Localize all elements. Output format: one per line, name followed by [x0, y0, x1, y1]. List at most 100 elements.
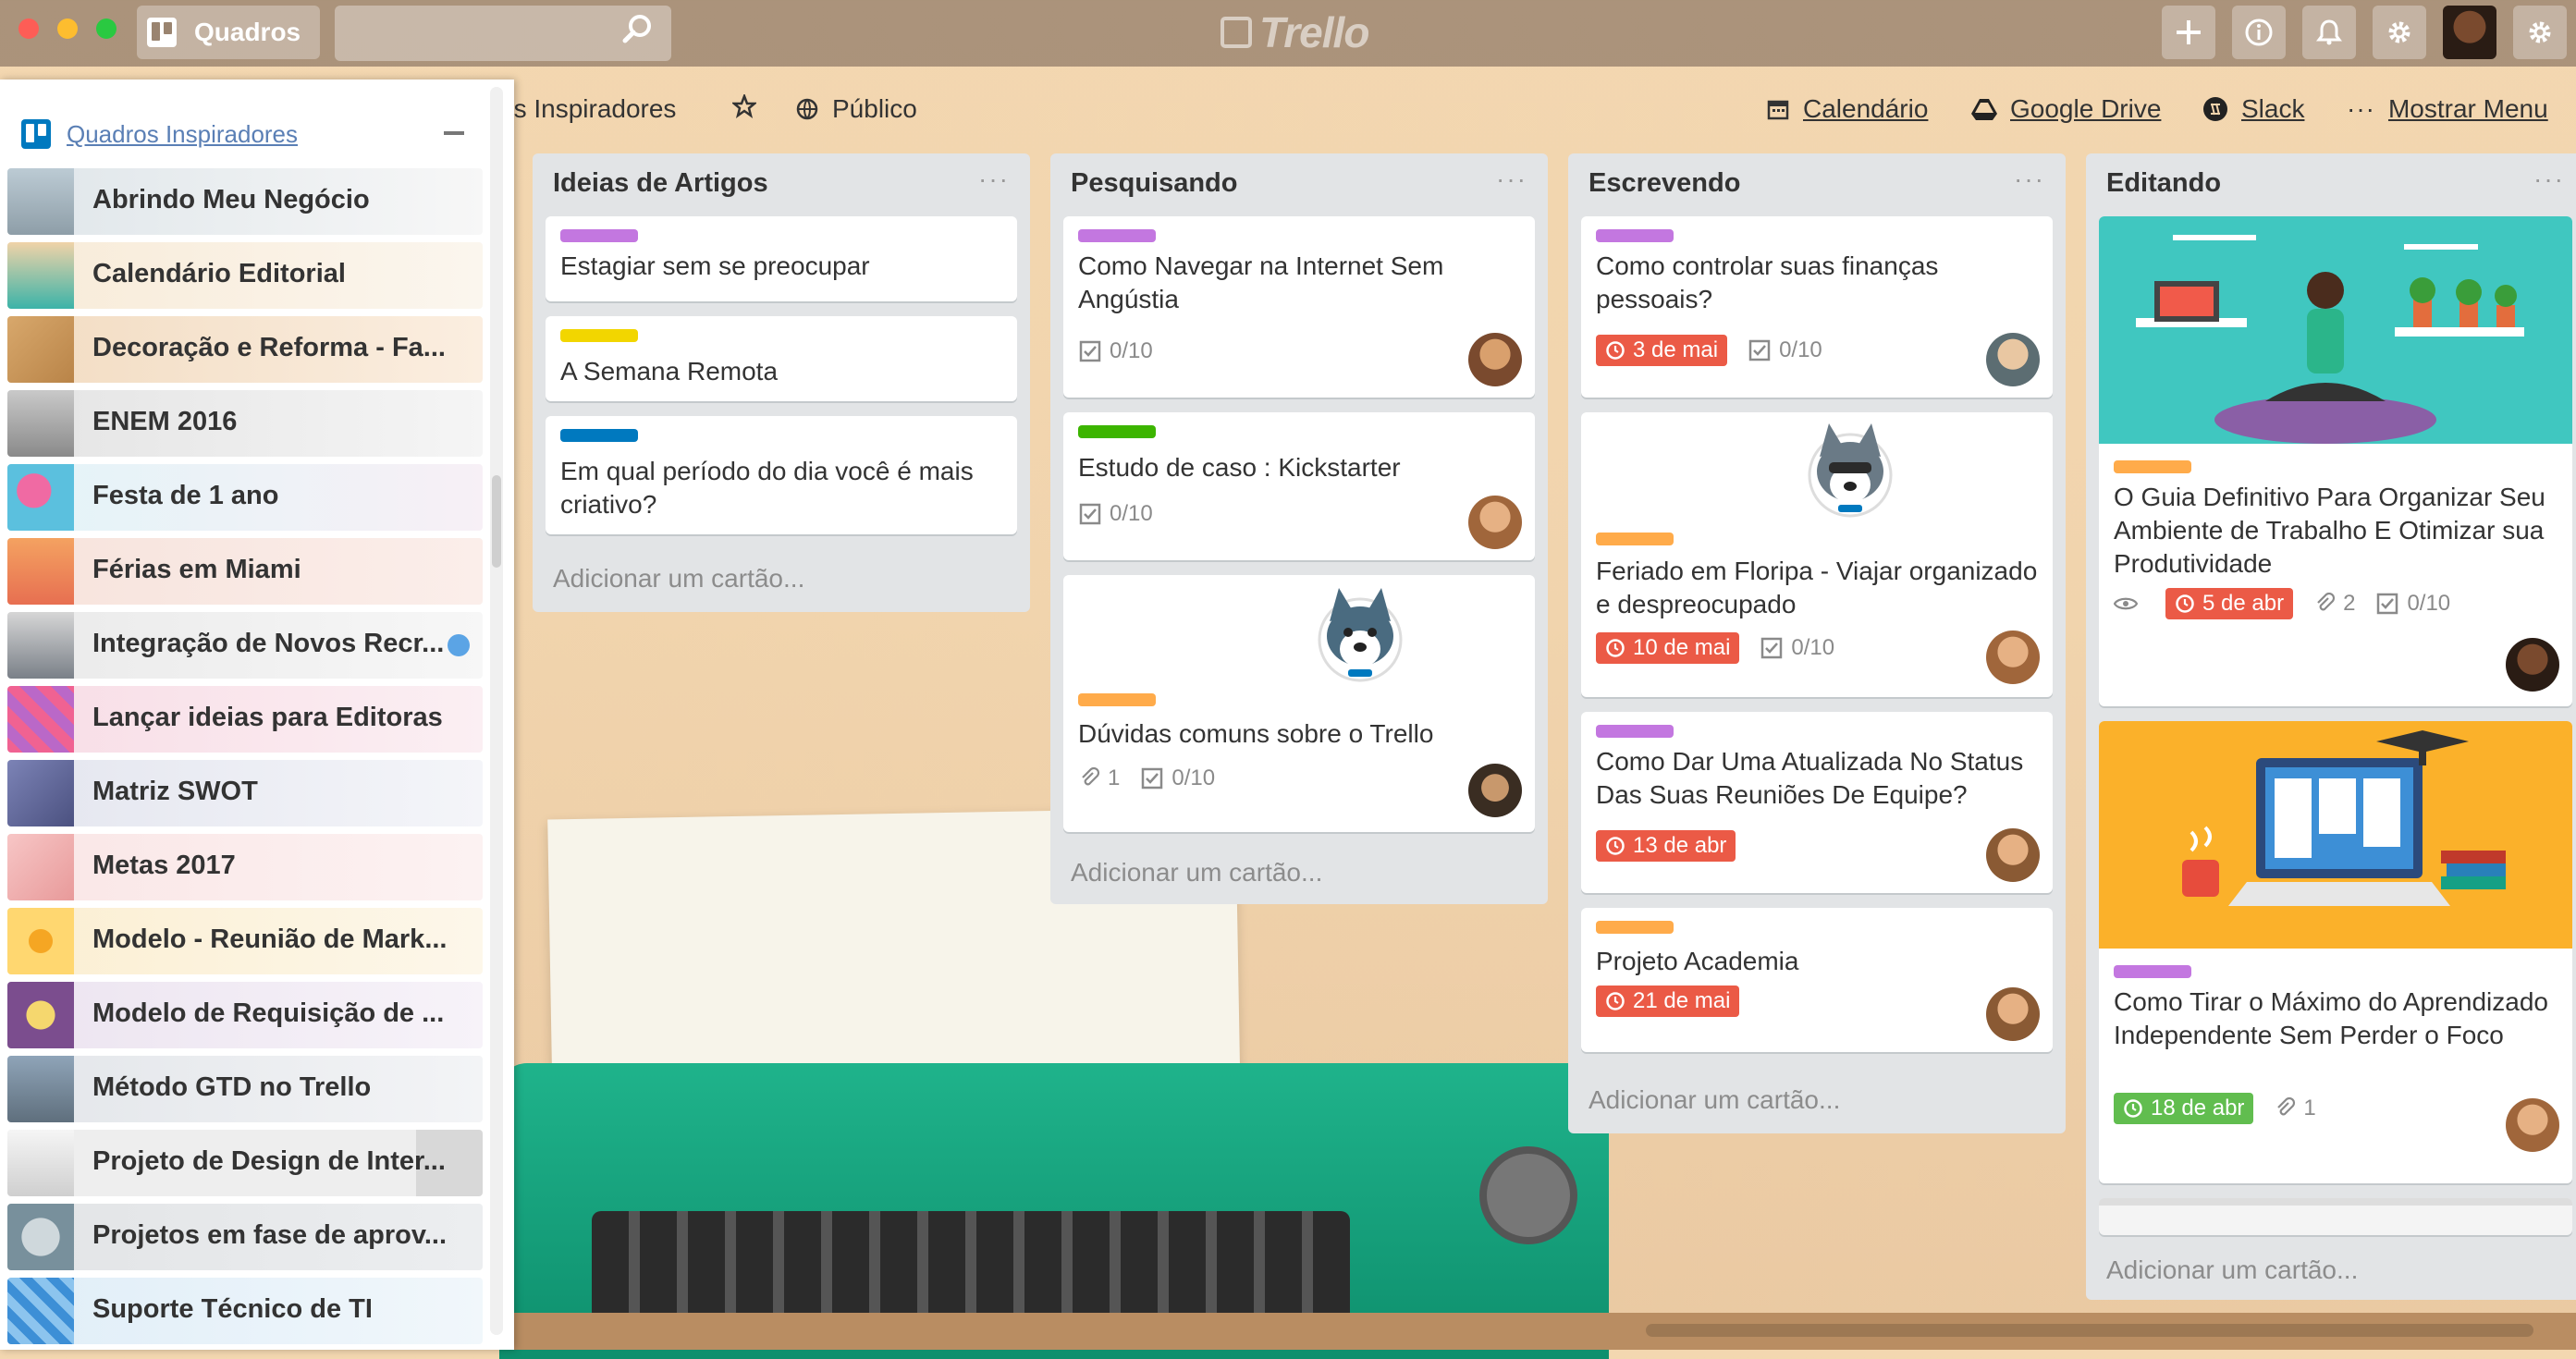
add-card-button[interactable]: Adicionar um cartão... [1071, 858, 1322, 888]
card[interactable]: Como controlar suas finanças pessoais? 3… [1581, 216, 2053, 398]
sidebar-item-festa-de-1-ano[interactable]: Festa de 1 ano [7, 464, 483, 531]
collapse-section-button[interactable] [444, 131, 464, 135]
card-label[interactable] [2114, 965, 2191, 978]
info-button[interactable] [2232, 6, 2286, 59]
calendar-powerup-label: Calendário [1803, 94, 1929, 123]
add-card-button[interactable]: Adicionar um cartão... [553, 564, 804, 594]
list-editando[interactable]: Editando ··· O Guia Definitivo Para Orga… [2086, 153, 2576, 1300]
card-label[interactable] [1596, 921, 1674, 934]
app-settings-button[interactable] [2513, 6, 2567, 59]
card-title: Projeto Academia [1596, 947, 1799, 975]
board-horizontal-scrollbar[interactable] [1646, 1324, 2533, 1337]
visibility-button[interactable]: Público [795, 94, 917, 124]
close-window-button[interactable] [18, 18, 39, 39]
due-date-badge[interactable]: 18 de abr [2114, 1093, 2254, 1124]
card[interactable]: Como Dar Uma Atualizada No Status Das Su… [1581, 712, 2053, 893]
list-title[interactable]: Pesquisando [1071, 168, 1238, 199]
sidebar-item-abrindo-meu-negocio[interactable]: Abrindo Meu Negócio [7, 168, 483, 235]
sidebar-header[interactable]: Quadros Inspiradores [20, 118, 298, 150]
card[interactable]: Estudo de caso : Kickstarter 0/10 [1063, 412, 1535, 560]
sidebar-item-modelo-reuniao-de-marketing[interactable]: Modelo - Reunião de Mark... [7, 908, 483, 974]
list-title[interactable]: Escrevendo [1589, 168, 1740, 199]
sidebar-scrollbar-thumb[interactable] [492, 475, 501, 568]
member-avatar[interactable] [1986, 333, 2040, 386]
sidebar-item-metas-2017[interactable]: Metas 2017 [7, 834, 483, 900]
trello-logo[interactable]: Trello [1221, 7, 1369, 57]
due-date-badge[interactable]: 5 de abr [2165, 588, 2294, 619]
card[interactable]: Em qual período do dia você é mais criat… [546, 416, 1017, 534]
sidebar-item-projeto-de-design-de-interiores[interactable]: Projeto de Design de Inter... [7, 1130, 483, 1196]
member-avatar[interactable] [1468, 333, 1522, 386]
card-label[interactable] [1078, 229, 1156, 242]
sidebar-item-decoracao-e-reforma[interactable]: Decoração e Reforma - Fa... [7, 316, 483, 383]
card[interactable]: Projeto Academia 21 de mai [1581, 908, 2053, 1052]
sidebar-scrollbar[interactable] [490, 87, 503, 1335]
list-menu-icon[interactable]: ··· [1496, 165, 1527, 194]
card-label[interactable] [560, 329, 638, 342]
list-pesquisando[interactable]: Pesquisando ··· Como Navegar na Internet… [1050, 153, 1548, 904]
google-drive-powerup-link[interactable]: Google Drive [1971, 94, 2161, 124]
card-label[interactable] [560, 229, 638, 242]
member-avatar[interactable] [1468, 496, 1522, 549]
due-date-badge[interactable]: 3 de mai [1596, 335, 1728, 366]
settings-button[interactable] [2373, 6, 2426, 59]
maximize-window-button[interactable] [96, 18, 117, 39]
sidebar-item-suporte-tecnico-de-ti[interactable]: Suporte Técnico de TI [7, 1278, 483, 1344]
list-escrevendo[interactable]: Escrevendo ··· Como controlar suas finan… [1568, 153, 2066, 1133]
member-avatar[interactable] [2506, 638, 2559, 692]
minimize-window-button[interactable] [57, 18, 78, 39]
due-date-badge[interactable]: 13 de abr [1596, 830, 1736, 862]
slack-powerup-link[interactable]: Slack [2202, 94, 2304, 124]
card[interactable]: O Guia Definitivo Para Organizar Seu Amb… [2099, 216, 2572, 706]
add-card-button[interactable]: Adicionar um cartão... [1589, 1085, 1840, 1115]
boards-button[interactable]: Quadros [137, 6, 320, 59]
card-label[interactable] [1596, 725, 1674, 738]
sidebar-item-integracao-de-novos-recrutas[interactable]: Integração de Novos Recr... [7, 612, 483, 679]
search-icon[interactable] [621, 13, 655, 46]
card-label[interactable] [1078, 693, 1156, 706]
calendar-powerup-link[interactable]: Calendário [1766, 94, 1928, 124]
list-title[interactable]: Editando [2106, 168, 2221, 199]
card[interactable]: Como Navegar na Internet Sem Angústia 0/… [1063, 216, 1535, 398]
due-date-badge[interactable]: 21 de mai [1596, 986, 1740, 1017]
list-menu-icon[interactable]: ··· [978, 165, 1010, 194]
list-menu-icon[interactable]: ··· [2014, 165, 2045, 194]
card[interactable]: Como Tirar o Máximo do Aprendizado Indep… [2099, 721, 2572, 1183]
sidebar-item-lancar-ideias-para-editoras[interactable]: Lançar ideias para Editoras [7, 686, 483, 753]
card-label[interactable] [2114, 460, 2191, 473]
member-avatar[interactable] [1986, 828, 2040, 882]
user-avatar[interactable] [2443, 6, 2496, 59]
card[interactable]: Estagiar sem se preocupar [546, 216, 1017, 301]
card[interactable]: Feriado em Floripa - Viajar organizado e… [1581, 412, 2053, 697]
sidebar-item-enem-2016[interactable]: ENEM 2016 [7, 390, 483, 457]
board-name[interactable]: os Inspiradores [499, 94, 676, 124]
add-button[interactable] [2162, 6, 2215, 59]
card-partial-screenshot[interactable] [2099, 1198, 2572, 1235]
member-avatar[interactable] [2506, 1098, 2559, 1152]
plus-icon [2177, 20, 2201, 44]
card-label[interactable] [560, 429, 638, 442]
sidebar-item-matriz-swot[interactable]: Matriz SWOT [7, 760, 483, 826]
card-label[interactable] [1596, 533, 1674, 545]
member-avatar[interactable] [1986, 987, 2040, 1041]
list-title[interactable]: Ideias de Artigos [553, 168, 768, 199]
due-date-badge[interactable]: 10 de mai [1596, 632, 1740, 664]
sidebar-item-calendario-editorial[interactable]: Calendário Editorial [7, 242, 483, 309]
sidebar-item-modelo-de-requisicao[interactable]: Modelo de Requisição de ... [7, 982, 483, 1048]
show-menu-link[interactable]: ··· Mostrar Menu [2347, 94, 2548, 124]
sidebar-item-projetos-em-fase-de-aprovacao[interactable]: Projetos em fase de aprov... [7, 1204, 483, 1270]
member-avatar[interactable] [1468, 764, 1522, 817]
sidebar-item-metodo-gtd-no-trello[interactable]: Método GTD no Trello [7, 1056, 483, 1122]
add-card-button[interactable]: Adicionar um cartão... [2106, 1255, 2358, 1285]
list-ideias-de-artigos[interactable]: Ideias de Artigos ··· Estagiar sem se pr… [533, 153, 1030, 612]
member-avatar[interactable] [1986, 631, 2040, 684]
star-board-button[interactable] [732, 94, 769, 118]
card-label[interactable] [1596, 229, 1674, 242]
attachment-badge: 1 [2274, 1096, 2316, 1121]
list-menu-icon[interactable]: ··· [2533, 165, 2565, 194]
card-label[interactable] [1078, 425, 1156, 438]
sidebar-item-ferias-em-miami[interactable]: Férias em Miami [7, 538, 483, 605]
card[interactable]: A Semana Remota [546, 316, 1017, 401]
notifications-button[interactable] [2302, 6, 2356, 59]
card[interactable]: Dúvidas comuns sobre o Trello 1 0/10 [1063, 575, 1535, 832]
